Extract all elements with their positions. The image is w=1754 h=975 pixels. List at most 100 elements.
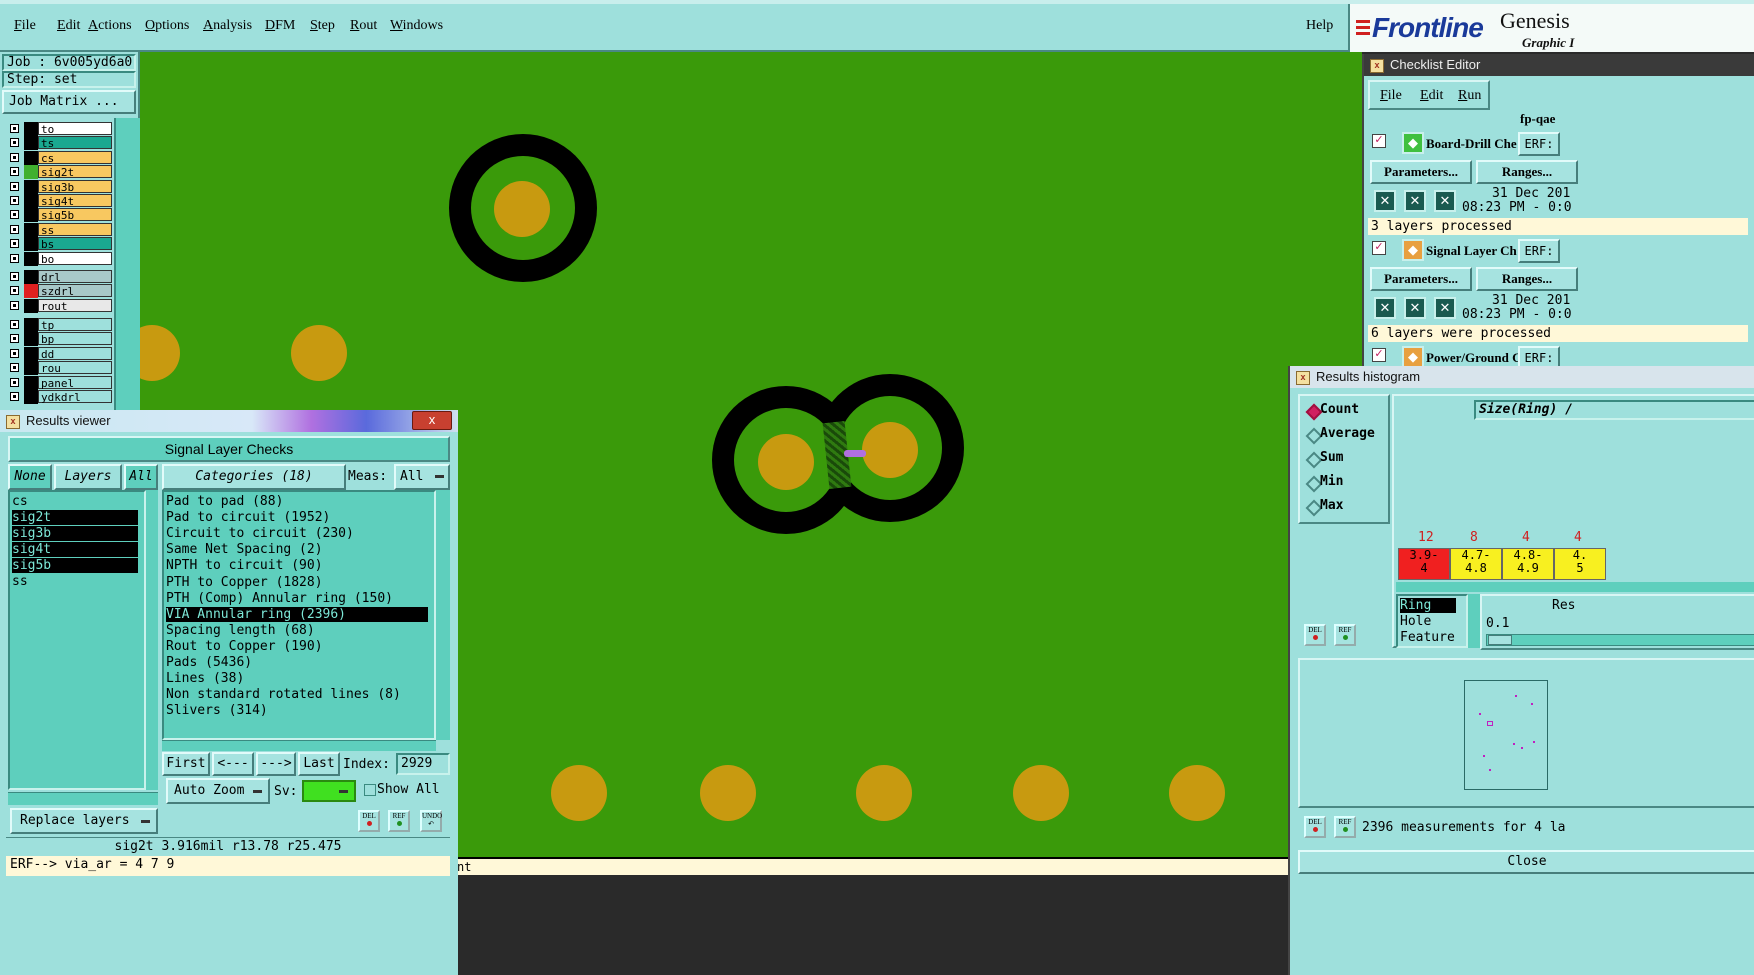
layer-checkbox[interactable] (10, 300, 19, 310)
menu-help[interactable]: Help (1306, 18, 1333, 34)
menu-analysis[interactable]: Analysis (203, 18, 252, 34)
category-item[interactable]: PTH (Comp) Annular ring (150) (166, 591, 428, 606)
layer-row[interactable]: ydkdrl (8, 390, 112, 404)
layer-row[interactable]: rout (8, 298, 112, 313)
menu-file[interactable]: File (14, 18, 36, 34)
menu-step[interactable]: Step (310, 18, 335, 34)
check-ranges-button[interactable]: Ranges... (1476, 267, 1578, 291)
layer-row[interactable]: cs (8, 150, 112, 165)
layer-row[interactable]: tp (8, 318, 112, 332)
check-erf-button[interactable]: ERF: (1518, 239, 1560, 263)
index-input[interactable]: 2929 (396, 753, 450, 775)
check-label[interactable]: Signal Layer Ch (1426, 243, 1517, 259)
check-ranges-button[interactable]: Ranges... (1476, 160, 1578, 184)
layer-checkbox[interactable] (10, 239, 19, 249)
category-item[interactable]: Same Net Spacing (2) (166, 542, 428, 557)
categories-vscroll[interactable] (436, 490, 450, 740)
category-item[interactable]: Non standard rotated lines (8) (166, 687, 428, 702)
layer-checkbox[interactable] (10, 138, 19, 148)
sv-dropdown[interactable] (302, 780, 356, 802)
layers-hscroll[interactable] (8, 792, 158, 805)
close-button[interactable]: x (412, 411, 452, 430)
layer-row[interactable]: ss (8, 222, 112, 237)
menu-windows[interactable]: Windows (390, 18, 443, 34)
layer-list-item[interactable]: ss (12, 574, 138, 589)
layer-list-item[interactable]: sig2t (12, 510, 138, 525)
undo-button[interactable]: UNDO ↶ (420, 810, 442, 832)
category-item[interactable]: Rout to Copper (190) (166, 639, 428, 654)
bin-bar[interactable]: 4.7- 4.8 (1450, 548, 1502, 580)
ref-button[interactable]: REF (388, 810, 410, 832)
menu-rout[interactable]: Rout (350, 18, 377, 34)
category-item[interactable]: Pads (5436) (166, 655, 428, 670)
first-button[interactable]: First (162, 752, 210, 776)
checklist-menu-file[interactable]: File (1380, 88, 1402, 104)
layer-checkbox[interactable] (10, 377, 19, 387)
categories-button[interactable]: Categories (18) (162, 464, 346, 490)
layer-checkbox[interactable] (10, 210, 19, 220)
check-enable-checkbox[interactable]: ✓ (1372, 348, 1386, 362)
layer-list-scrollbar[interactable] (114, 118, 140, 422)
layers-button[interactable]: Layers (54, 464, 122, 490)
checklist-menu-run[interactable]: Run (1458, 88, 1481, 104)
histogram-del-button[interactable]: DEL (1304, 624, 1326, 646)
histogram-ref-button[interactable]: REF (1334, 624, 1356, 646)
category-item[interactable]: Pad to circuit (1952) (166, 510, 428, 525)
none-button[interactable]: None (8, 464, 52, 490)
run-icon[interactable]: ✕ (1374, 190, 1396, 212)
overview-del-button[interactable]: DEL (1304, 816, 1326, 838)
menu-edit[interactable]: Edit (57, 18, 80, 34)
auto-zoom-dropdown[interactable]: Auto Zoom (166, 778, 270, 804)
show-all-checkbox[interactable] (364, 784, 376, 796)
category-item[interactable]: Slivers (314) (166, 703, 428, 718)
prev-button[interactable]: <--- (212, 752, 254, 776)
layer-row[interactable]: bo (8, 251, 112, 266)
layer-checkbox[interactable] (10, 320, 19, 329)
layer-list-item[interactable]: sig3b (12, 526, 138, 541)
layer-row[interactable]: dd (8, 346, 112, 361)
run-icon[interactable]: ✕ (1374, 297, 1396, 319)
res-slider[interactable] (1486, 634, 1754, 646)
layer-row[interactable]: rou (8, 361, 112, 376)
layer-checkbox[interactable] (10, 124, 19, 133)
last-button[interactable]: Last (298, 752, 340, 776)
category-item[interactable]: Circuit to circuit (230) (166, 526, 428, 541)
run-icon[interactable]: ✕ (1434, 190, 1456, 212)
layer-row[interactable]: sig4t (8, 194, 112, 208)
overview-map[interactable] (1464, 680, 1548, 790)
layer-checkbox[interactable] (10, 334, 19, 344)
layer-row[interactable]: sig2t (8, 165, 112, 180)
layer-checkbox[interactable] (10, 286, 19, 296)
bin-bar[interactable]: 4.8- 4.9 (1502, 548, 1554, 580)
next-button[interactable]: ---> (256, 752, 296, 776)
layer-row[interactable]: bs (8, 237, 112, 252)
bin-bar[interactable]: 4. 5 (1554, 548, 1606, 580)
run-icon[interactable]: ✕ (1404, 190, 1426, 212)
layer-checkbox[interactable] (10, 272, 19, 281)
layer-row[interactable]: szdrl (8, 284, 112, 299)
job-matrix-button[interactable]: Job Matrix ... (2, 90, 136, 114)
histogram-close-button[interactable]: Close (1298, 850, 1754, 874)
attribute-vscroll[interactable] (1468, 594, 1480, 648)
meas-dropdown[interactable]: All (394, 464, 450, 490)
check-erf-button[interactable]: ERF: (1518, 132, 1560, 156)
attribute-item[interactable]: Hole (1400, 614, 1456, 629)
layer-checkbox[interactable] (10, 348, 19, 358)
layer-checkbox[interactable] (10, 392, 19, 401)
layer-row[interactable]: drl (8, 270, 112, 284)
check-label[interactable]: Power/Ground C (1426, 350, 1521, 366)
checklist-menu-edit[interactable]: Edit (1420, 88, 1443, 104)
del-button[interactable]: DEL (358, 810, 380, 832)
layer-row[interactable]: ts (8, 136, 112, 151)
layer-checkbox[interactable] (10, 181, 19, 191)
all-layers-button[interactable]: All (124, 464, 158, 490)
bin-bar[interactable]: 3.9- 4 (1398, 548, 1450, 580)
layer-checkbox[interactable] (10, 196, 19, 205)
run-icon[interactable]: ✕ (1404, 297, 1426, 319)
res-slider-thumb[interactable] (1488, 635, 1512, 645)
menu-options[interactable]: Options (145, 18, 189, 34)
menu-dfm[interactable]: DFM (265, 18, 295, 34)
layer-checkbox[interactable] (10, 253, 19, 263)
layer-list-item[interactable]: sig4t (12, 542, 138, 557)
layer-row[interactable]: sig3b (8, 179, 112, 194)
